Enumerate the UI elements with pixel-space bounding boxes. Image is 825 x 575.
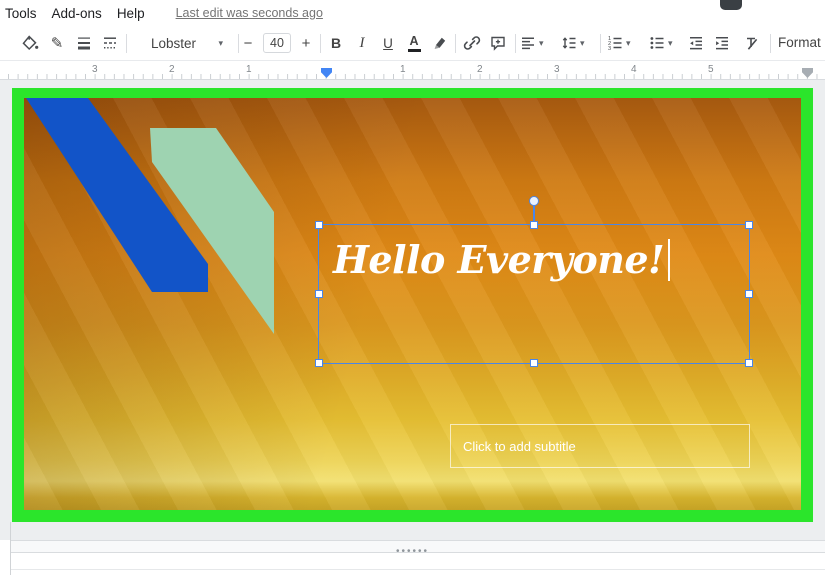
- add-comment-icon: [489, 34, 507, 52]
- filmstrip-divider: [10, 522, 11, 575]
- ruler-number: 5: [708, 64, 714, 75]
- chevron-down-icon: ▾: [218, 37, 223, 48]
- resize-handle-ne[interactable]: [745, 221, 753, 229]
- toolbar-separator: [515, 34, 516, 53]
- resize-handle-n[interactable]: [530, 221, 538, 229]
- toolbar-separator: [320, 34, 321, 53]
- line-spacing-button[interactable]: ▾: [560, 31, 585, 55]
- insert-comment-button[interactable]: [486, 31, 510, 55]
- slide-frame: Hello Everyone! Click to add subtitle: [12, 88, 813, 522]
- title-text-box[interactable]: Hello Everyone!: [315, 196, 753, 367]
- ruler-number: 3: [92, 64, 98, 75]
- paint-bucket-icon: [21, 34, 39, 52]
- clear-formatting-button[interactable]: [740, 31, 764, 55]
- line-weight-button[interactable]: [72, 31, 96, 55]
- ruler-number: 2: [169, 64, 175, 75]
- toolbar: ✎ Lobster ▾ − 40 + B I U A ▾ ▾ 1 2 3 ▾ ▾…: [0, 26, 825, 61]
- font-family-select[interactable]: Lobster ▾: [133, 31, 230, 55]
- line-weight-icon: [75, 34, 93, 52]
- increase-indent-button[interactable]: [710, 31, 734, 55]
- text-color-button[interactable]: A: [402, 31, 426, 55]
- resize-handle-e[interactable]: [745, 290, 753, 298]
- menu-tools[interactable]: Tools: [5, 6, 37, 21]
- slide-title-text: Hello Everyone!: [333, 237, 671, 282]
- link-icon: [463, 34, 481, 52]
- font-family-value: Lobster: [151, 35, 197, 51]
- ruler-number: 3: [554, 64, 560, 75]
- svg-text:3: 3: [608, 46, 611, 52]
- highlighter-icon: [431, 34, 449, 52]
- bulleted-list-button[interactable]: ▾: [648, 31, 673, 55]
- indent-icon: [713, 34, 731, 52]
- right-margin-marker[interactable]: [802, 68, 813, 78]
- chevron-down-icon: ▾: [626, 37, 631, 48]
- notes-splitter[interactable]: ••••••: [0, 540, 825, 557]
- bulleted-list-icon: [648, 34, 666, 52]
- align-button[interactable]: ▾: [519, 31, 544, 55]
- text-color-icon: A: [407, 34, 421, 52]
- font-size-input[interactable]: 40: [263, 33, 291, 53]
- line-spacing-icon: [560, 34, 578, 52]
- outdent-icon: [687, 34, 705, 52]
- toolbar-separator: [600, 34, 601, 53]
- top-right-partial-icon: [720, 0, 742, 10]
- resize-handle-s[interactable]: [530, 359, 538, 367]
- resize-handle-se[interactable]: [745, 359, 753, 367]
- chevron-down-icon: ▾: [539, 37, 544, 48]
- resize-handle-nw[interactable]: [315, 221, 323, 229]
- toolbar-separator: [770, 34, 771, 53]
- numbered-list-button[interactable]: 123 ▾: [606, 31, 631, 55]
- toolbar-separator: [126, 34, 127, 53]
- bold-button[interactable]: B: [324, 31, 348, 55]
- clear-formatting-icon: [743, 34, 761, 52]
- line-color-button[interactable]: ✎: [45, 31, 69, 55]
- menu-bar: Tools Add-ons Help Last edit was seconds…: [0, 0, 825, 26]
- line-dash-button[interactable]: [98, 31, 122, 55]
- filmstrip-edge: [0, 540, 10, 575]
- align-left-icon: [519, 34, 537, 52]
- subtitle-placeholder-text: Click to add subtitle: [463, 438, 576, 454]
- pencil-icon: ✎: [50, 35, 64, 52]
- resize-handle-sw[interactable]: [315, 359, 323, 367]
- google-slides-app: Tools Add-ons Help Last edit was seconds…: [0, 0, 825, 575]
- ruler: 3 2 1 1 2 3 4 5: [0, 61, 825, 80]
- toolbar-separator: [455, 34, 456, 53]
- highlight-color-button[interactable]: [428, 31, 452, 55]
- line-dash-icon: [101, 34, 119, 52]
- fill-color-button[interactable]: [18, 31, 42, 55]
- format-options-button[interactable]: Format op: [778, 31, 825, 55]
- slide-canvas[interactable]: Hello Everyone! Click to add subtitle: [24, 98, 801, 510]
- ruler-number: 1: [246, 64, 252, 75]
- indent-marker[interactable]: [321, 68, 332, 78]
- ruler-number: 1: [400, 64, 406, 75]
- underline-button[interactable]: U: [376, 31, 400, 55]
- menu-help[interactable]: Help: [117, 6, 145, 21]
- menu-add-ons[interactable]: Add-ons: [52, 6, 102, 21]
- numbered-list-icon: 123: [606, 34, 624, 52]
- italic-button[interactable]: I: [350, 31, 374, 55]
- decrease-indent-button[interactable]: [684, 31, 708, 55]
- rotation-handle[interactable]: [529, 196, 539, 206]
- subtitle-placeholder[interactable]: Click to add subtitle: [450, 424, 750, 468]
- speaker-notes-area[interactable]: [0, 553, 825, 575]
- last-edit-link[interactable]: Last edit was seconds ago: [176, 6, 323, 20]
- ruler-number: 4: [631, 64, 637, 75]
- decrease-font-size-button[interactable]: −: [236, 31, 260, 55]
- increase-font-size-button[interactable]: +: [294, 31, 318, 55]
- chevron-down-icon: ▾: [668, 37, 673, 48]
- ruler-number: 2: [477, 64, 483, 75]
- insert-link-button[interactable]: [460, 31, 484, 55]
- chevron-down-icon: ▾: [580, 37, 585, 48]
- resize-handle-w[interactable]: [315, 290, 323, 298]
- notes-divider-line: [0, 569, 825, 570]
- text-cursor: [668, 238, 671, 281]
